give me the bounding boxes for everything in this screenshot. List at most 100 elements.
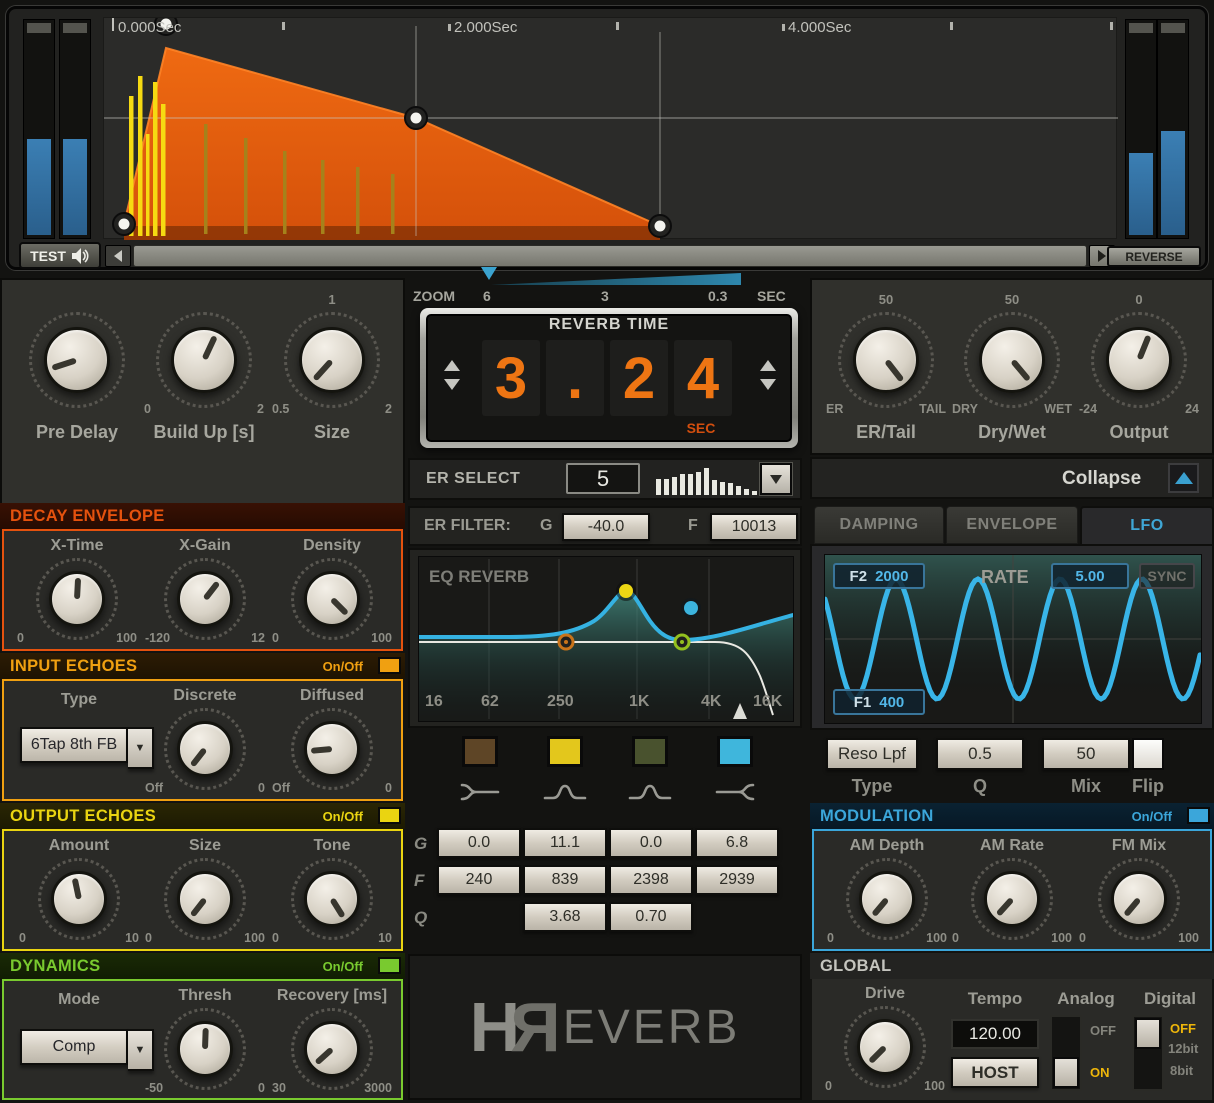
lfo-rate-box[interactable]: 5.00	[1051, 563, 1129, 589]
band3-freq[interactable]: 2398	[609, 865, 693, 895]
digital-off-label[interactable]: OFF	[1170, 1021, 1196, 1036]
x-time-knob[interactable]: 0 100 X-Time	[15, 537, 139, 651]
reverb-time-digit-1[interactable]: 3	[482, 340, 540, 416]
am-depth-knob[interactable]: 0 100 AM Depth	[825, 837, 949, 951]
x-gain-knob[interactable]: -120 12 X-Gain	[143, 537, 267, 651]
knob-dial[interactable]	[1111, 871, 1167, 927]
meter-clip-indicator[interactable]	[1161, 23, 1185, 33]
low-shelf-icon[interactable]	[458, 780, 502, 804]
knob-dial[interactable]	[304, 721, 360, 777]
knob-dial[interactable]	[177, 1021, 233, 1077]
band3-gain[interactable]: 0.0	[609, 828, 693, 858]
band3-color-swatch[interactable]	[632, 736, 668, 767]
pre-delay-knob[interactable]: Pre Delay	[15, 294, 139, 446]
knob-dial[interactable]	[177, 571, 233, 627]
thresh-knob[interactable]: -50 0 Thresh	[143, 987, 267, 1101]
knob-dial[interactable]	[859, 871, 915, 927]
dynamics-mode-dropdown[interactable]: Comp ▼	[20, 1029, 154, 1071]
eq-node-band1[interactable]	[557, 633, 575, 651]
analog-switch-handle[interactable]	[1053, 1057, 1079, 1088]
arrow-up-icon[interactable]	[760, 360, 776, 371]
knob-dial[interactable]	[979, 327, 1045, 393]
digital-12bit-label[interactable]: 12bit	[1168, 1041, 1198, 1056]
envelope-handle-start[interactable]	[112, 212, 136, 236]
analog-on-label[interactable]: ON	[1090, 1065, 1110, 1080]
meter-clip-indicator[interactable]	[1129, 23, 1153, 33]
er-filter-gain-value[interactable]: -40.0	[562, 513, 650, 541]
zoom-slider-handle[interactable]	[481, 267, 497, 280]
dynamics-mode-value[interactable]: Comp	[20, 1029, 128, 1065]
fm-mix-knob[interactable]: 0 100 FM Mix	[1077, 837, 1201, 951]
knob-dial[interactable]	[44, 327, 110, 393]
knob-dial[interactable]	[171, 327, 237, 393]
band2-q[interactable]: 3.68	[523, 902, 607, 932]
knob-dial[interactable]	[304, 571, 360, 627]
arrow-down-icon[interactable]	[760, 379, 776, 390]
eq-node-band4[interactable]	[681, 598, 701, 618]
reverb-time-digit-3[interactable]: 4	[674, 340, 732, 416]
high-shelf-icon[interactable]	[713, 780, 757, 804]
zoom-slider-track[interactable]	[491, 273, 741, 285]
digital-8bit-label[interactable]: 8bit	[1170, 1063, 1193, 1078]
am-rate-knob[interactable]: 0 100 AM Rate	[950, 837, 1074, 951]
band3-q[interactable]: 0.70	[609, 902, 693, 932]
reverb-time-spinner-right[interactable]	[760, 360, 776, 390]
input-echoes-toggle[interactable]	[378, 657, 401, 674]
knob-dial[interactable]	[177, 871, 233, 927]
reverse-button[interactable]: REVERSE	[1107, 246, 1201, 267]
meter-clip-indicator[interactable]	[63, 23, 87, 33]
knob-dial[interactable]	[49, 571, 105, 627]
band4-gain[interactable]: 6.8	[695, 828, 779, 858]
lfo-graph[interactable]: F2 2000 RATE 5.00 SYNC F1 400	[824, 554, 1202, 724]
tab-lfo[interactable]: LFO	[1080, 506, 1214, 544]
tab-envelope[interactable]: ENVELOPE	[946, 506, 1078, 544]
lfo-f1-box[interactable]: F1 400	[833, 689, 925, 715]
reverb-envelope-graph[interactable]: 0.000Sec 2.000Sec 4.000Sec	[103, 17, 1118, 240]
eq-node-band2[interactable]	[616, 581, 636, 601]
lfo-sync-button[interactable]: SYNC	[1139, 563, 1195, 589]
arrow-down-icon[interactable]	[444, 379, 460, 390]
band2-color-swatch[interactable]	[547, 736, 583, 767]
reverb-time-digit-2[interactable]: 2	[610, 340, 668, 416]
band4-color-swatch[interactable]	[717, 736, 753, 767]
tone-knob[interactable]: 0 10 Tone	[270, 837, 394, 951]
analog-off-label[interactable]: OFF	[1090, 1023, 1116, 1038]
input-type-value[interactable]: 6Tap 8th FB	[20, 727, 128, 763]
flip-checkbox[interactable]	[1132, 738, 1164, 770]
envelope-handle-mid[interactable]	[404, 106, 428, 130]
er-select-value[interactable]: 5	[566, 463, 640, 494]
knob-dial[interactable]	[1106, 327, 1172, 393]
knob-dial[interactable]	[299, 327, 365, 393]
size-out-knob[interactable]: 0 100 Size	[143, 837, 267, 951]
bell-icon[interactable]	[628, 780, 672, 804]
reverb-time-spinner-left[interactable]	[444, 360, 460, 390]
dynamics-toggle[interactable]	[378, 957, 401, 974]
size-knob[interactable]: 1 0.5 2 Size	[270, 292, 394, 446]
output-echoes-toggle[interactable]	[378, 807, 401, 824]
bell-icon[interactable]	[543, 780, 587, 804]
recovery-knob[interactable]: 30 3000 Recovery [ms]	[270, 987, 394, 1101]
input-type-dropdown[interactable]: 6Tap 8th FB ▼	[20, 727, 154, 769]
band2-freq[interactable]: 839	[523, 865, 607, 895]
dry-wet-knob[interactable]: 50 DRY WET Dry/Wet	[950, 292, 1074, 446]
tab-damping[interactable]: DAMPING	[814, 506, 944, 544]
meter-clip-indicator[interactable]	[27, 23, 51, 33]
knob-dial[interactable]	[177, 721, 233, 777]
filter-mix-value[interactable]: 50	[1042, 738, 1130, 770]
host-button[interactable]: HOST	[951, 1057, 1039, 1088]
envelope-handle-end[interactable]	[648, 214, 672, 238]
test-button[interactable]: TEST	[19, 242, 101, 269]
er-tail-knob[interactable]: 50 ER TAIL ER/Tail	[824, 292, 948, 446]
filter-q-value[interactable]: 0.5	[936, 738, 1024, 770]
amount-knob[interactable]: 0 10 Amount	[17, 837, 141, 951]
band2-gain[interactable]: 11.1	[523, 828, 607, 858]
drive-knob[interactable]: 0 100 Drive	[823, 985, 947, 1099]
diffused-knob[interactable]: Off 0 Diffused	[270, 687, 394, 801]
lfo-f2-box[interactable]: F2 2000	[833, 563, 925, 589]
collapse-button[interactable]	[1168, 463, 1199, 493]
band1-freq[interactable]: 240	[437, 865, 521, 895]
band1-gain[interactable]: 0.0	[437, 828, 521, 858]
filter-type-button[interactable]: Reso Lpf	[826, 738, 918, 770]
knob-dial[interactable]	[984, 871, 1040, 927]
scroll-left-button[interactable]	[105, 245, 131, 267]
